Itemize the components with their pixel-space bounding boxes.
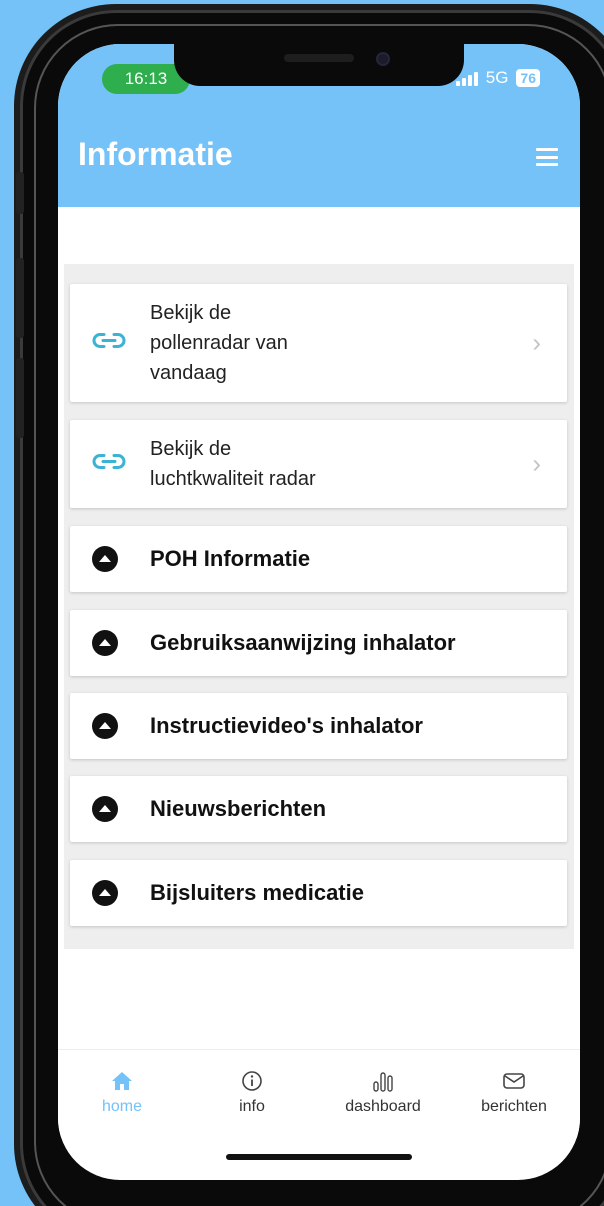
battery-icon: 76 (516, 69, 540, 87)
section-label: Nieuwsberichten (150, 796, 327, 821)
chevron-right-icon: › (532, 327, 541, 358)
pollenradar-link[interactable]: Bekijk de pollenradar van vandaag › (70, 284, 567, 402)
info-icon (202, 1068, 302, 1094)
tab-home[interactable]: home (72, 1068, 172, 1116)
section-instructievideos[interactable]: Instructievideo's inhalator (70, 693, 567, 759)
bottom-tab-bar: home info dashboard berichten (58, 1049, 580, 1139)
section-label: Gebruiksaanwijzing inhalator (150, 630, 456, 655)
expand-arrow-icon (92, 796, 118, 822)
phone-screen: 16:13 5G 76 Informatie Bekijk de pollenr… (58, 44, 580, 1180)
expand-arrow-icon (92, 546, 118, 572)
link-icon (92, 452, 126, 477)
front-camera (376, 52, 390, 66)
home-indicator[interactable] (226, 1154, 412, 1160)
tab-info-label: info (239, 1098, 265, 1115)
status-indicators: 5G 76 (455, 68, 540, 88)
volume-up-button (16, 258, 24, 338)
volume-down-button (16, 358, 24, 438)
section-gebruiksaanwijzing[interactable]: Gebruiksaanwijzing inhalator (70, 610, 567, 676)
tab-info[interactable]: info (202, 1068, 302, 1116)
tab-home-label: home (101, 1098, 143, 1115)
tab-berichten-label: berichten (481, 1098, 547, 1115)
tab-dashboard-label: dashboard (345, 1098, 421, 1115)
mail-icon (464, 1068, 564, 1094)
link-icon (92, 331, 126, 356)
luchtkwaliteit-label: Bekijk de luchtkwaliteit radar (150, 438, 316, 490)
bar-chart-icon (333, 1068, 433, 1094)
hamburger-menu-icon[interactable] (536, 148, 558, 166)
section-label: Bijsluiters medicatie (150, 880, 364, 905)
luchtkwaliteit-link[interactable]: Bekijk de luchtkwaliteit radar › (70, 420, 567, 508)
pollenradar-label: Bekijk de pollenradar van vandaag (150, 302, 288, 384)
expand-arrow-icon (92, 713, 118, 739)
section-label: POH Informatie (150, 546, 311, 571)
section-bijsluiters[interactable]: Bijsluiters medicatie (70, 860, 567, 926)
speaker (284, 54, 354, 62)
notch (174, 44, 464, 86)
network-type: 5G (485, 68, 509, 87)
info-list: Bekijk de pollenradar van vandaag › Beki… (64, 264, 574, 949)
expand-arrow-icon (92, 880, 118, 906)
home-icon (72, 1068, 172, 1094)
tab-dashboard[interactable]: dashboard (333, 1068, 433, 1116)
section-label: Instructievideo's inhalator (150, 713, 423, 738)
expand-arrow-icon (92, 630, 118, 656)
page-title: Informatie (78, 136, 233, 172)
chevron-right-icon: › (532, 448, 541, 479)
section-nieuwsberichten[interactable]: Nieuwsberichten (70, 776, 567, 842)
mute-switch (16, 172, 24, 214)
section-poh-informatie[interactable]: POH Informatie (70, 526, 567, 592)
tab-berichten[interactable]: berichten (464, 1068, 564, 1116)
